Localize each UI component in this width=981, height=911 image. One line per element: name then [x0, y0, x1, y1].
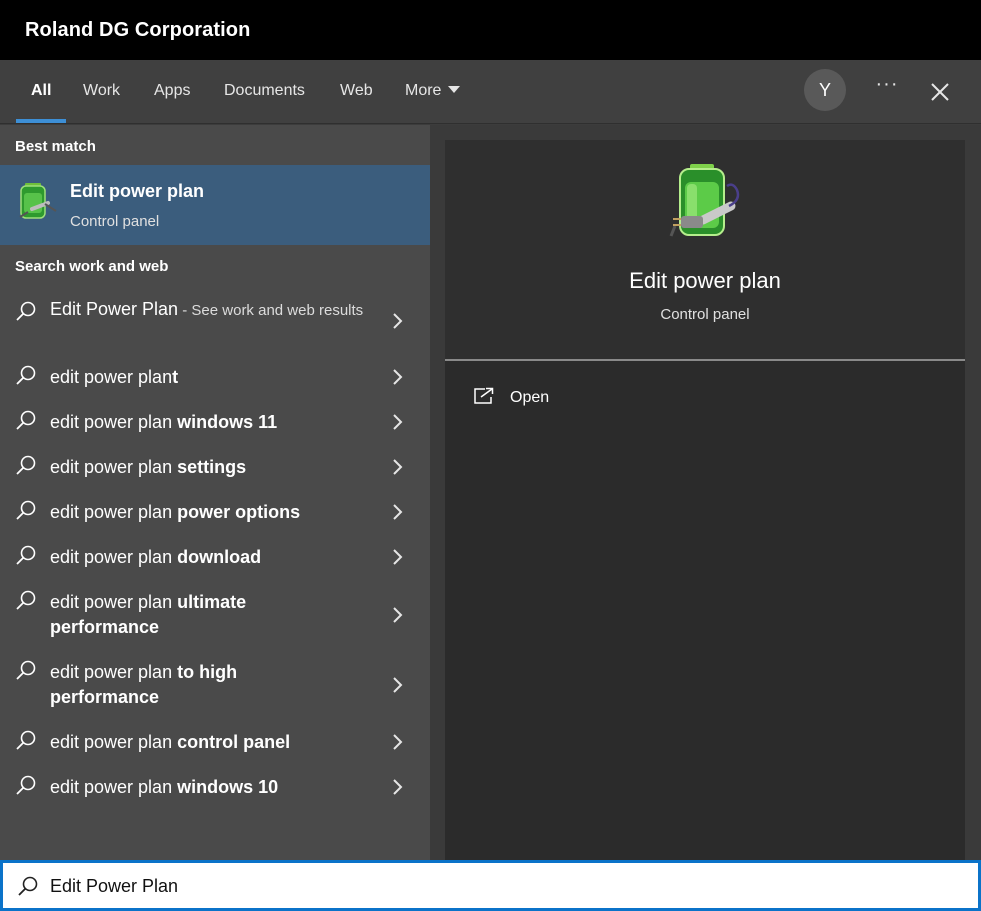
suggestion-item[interactable]: edit power plan ultimate performance: [0, 588, 430, 644]
close-icon: [931, 83, 949, 101]
open-button-label: Open: [510, 389, 550, 406]
suggestion-item[interactable]: edit power plan download: [0, 543, 430, 573]
tab-work[interactable]: Work: [83, 82, 120, 100]
search-input[interactable]: [50, 871, 950, 901]
search-icon: [16, 660, 36, 680]
chevron-right-icon: [393, 677, 403, 693]
suggestion-text: edit power plan: [50, 502, 178, 522]
suggestion-item[interactable]: Edit Power Plan - See work and web resul…: [0, 293, 430, 349]
best-match-heading: Best match: [15, 138, 96, 155]
preview-header: Edit power plan Control panel: [445, 140, 965, 360]
tab-documents[interactable]: Documents: [224, 82, 305, 100]
more-options-button[interactable]: ···: [873, 74, 901, 102]
suggestion-item[interactable]: edit power plan to high performance: [0, 658, 430, 714]
search-work-web-heading: Search work and web: [15, 258, 169, 275]
suggestion-item[interactable]: edit power plan windows 10: [0, 773, 430, 803]
search-bar: [0, 860, 981, 911]
suggestion-bold: windows 10: [177, 777, 279, 797]
caret-down-icon: [448, 86, 461, 93]
battery-plug-icon: [669, 164, 740, 237]
suggestion-text: edit power plan: [50, 592, 178, 612]
preview-pane: Edit power plan Control panel Open: [430, 125, 981, 860]
search-icon: [16, 410, 36, 430]
preview-title: Edit power plan: [629, 268, 781, 293]
search-icon: [16, 730, 36, 750]
active-tab-indicator: [16, 119, 66, 123]
chevron-right-icon: [393, 313, 403, 329]
account-avatar[interactable]: Y: [804, 69, 846, 111]
tab-all[interactable]: All: [31, 82, 51, 100]
chevron-right-icon: [393, 549, 403, 565]
search-icon: [16, 365, 36, 385]
best-match-title: Edit power plan: [70, 181, 205, 201]
search-icon: [16, 775, 36, 795]
search-icon: [16, 301, 36, 321]
suggestion-item[interactable]: edit power plan windows 11: [0, 408, 430, 438]
preview-subtitle: Control panel: [660, 306, 750, 323]
search-icon: [16, 455, 36, 475]
best-match-subtitle: Control panel: [70, 213, 160, 230]
suggestion-bold: power options: [177, 502, 301, 522]
open-external-icon: [474, 387, 494, 404]
tab-apps[interactable]: Apps: [154, 82, 190, 100]
suggestion-bold: windows 11: [177, 412, 278, 432]
suggestion-bold: settings: [177, 457, 247, 477]
search-icon: [16, 500, 36, 520]
search-icon: [18, 876, 38, 896]
suggestion-see-more: - See work and web results: [178, 302, 364, 319]
battery-plug-icon: [19, 183, 57, 219]
suggestion-text: Edit Power Plan: [50, 299, 179, 319]
suggestion-text: edit power plan: [50, 412, 178, 432]
suggestion-item[interactable]: edit power plan power options: [0, 498, 430, 528]
suggestion-text: edit power plan: [50, 367, 173, 387]
chevron-right-icon: [393, 779, 403, 795]
chevron-right-icon: [393, 414, 403, 430]
organization-name: Roland DG Corporation: [25, 19, 251, 41]
search-icon: [16, 590, 36, 610]
suggestion-bold: t: [172, 367, 179, 387]
suggestion-text: edit power plan: [50, 457, 178, 477]
chevron-right-icon: [393, 607, 403, 623]
suggestion-text: edit power plan: [50, 777, 178, 797]
best-match-item[interactable]: Edit power plan Control panel: [0, 165, 430, 245]
chevron-right-icon: [393, 369, 403, 385]
search-icon: [16, 545, 36, 565]
tab-web[interactable]: Web: [340, 82, 373, 100]
chevron-right-icon: [393, 459, 403, 475]
chevron-right-icon: [393, 734, 403, 750]
suggestion-text: edit power plan: [50, 547, 178, 567]
tab-more[interactable]: More: [405, 82, 461, 100]
preview-card: Edit power plan Control panel Open: [445, 140, 965, 860]
chevron-right-icon: [393, 504, 403, 520]
suggestion-bold: download: [177, 547, 262, 567]
tab-more-label: More: [405, 82, 442, 99]
suggestion-text: edit power plan: [50, 732, 178, 752]
suggestion-text: edit power plan: [50, 662, 178, 682]
close-button[interactable]: [926, 78, 954, 106]
search-tabs-bar: All Work Apps Documents Web More Y ···: [0, 60, 981, 124]
preview-divider: [445, 359, 965, 361]
title-bar: Roland DG Corporation: [0, 0, 981, 60]
suggestion-item[interactable]: edit power plan control panel: [0, 728, 430, 758]
results-pane: Best match Edit power plan Control panel…: [0, 125, 430, 860]
suggestion-item[interactable]: edit power plan settings: [0, 453, 430, 483]
suggestion-bold: control panel: [177, 732, 291, 752]
suggestion-item[interactable]: edit power plant: [0, 363, 430, 393]
